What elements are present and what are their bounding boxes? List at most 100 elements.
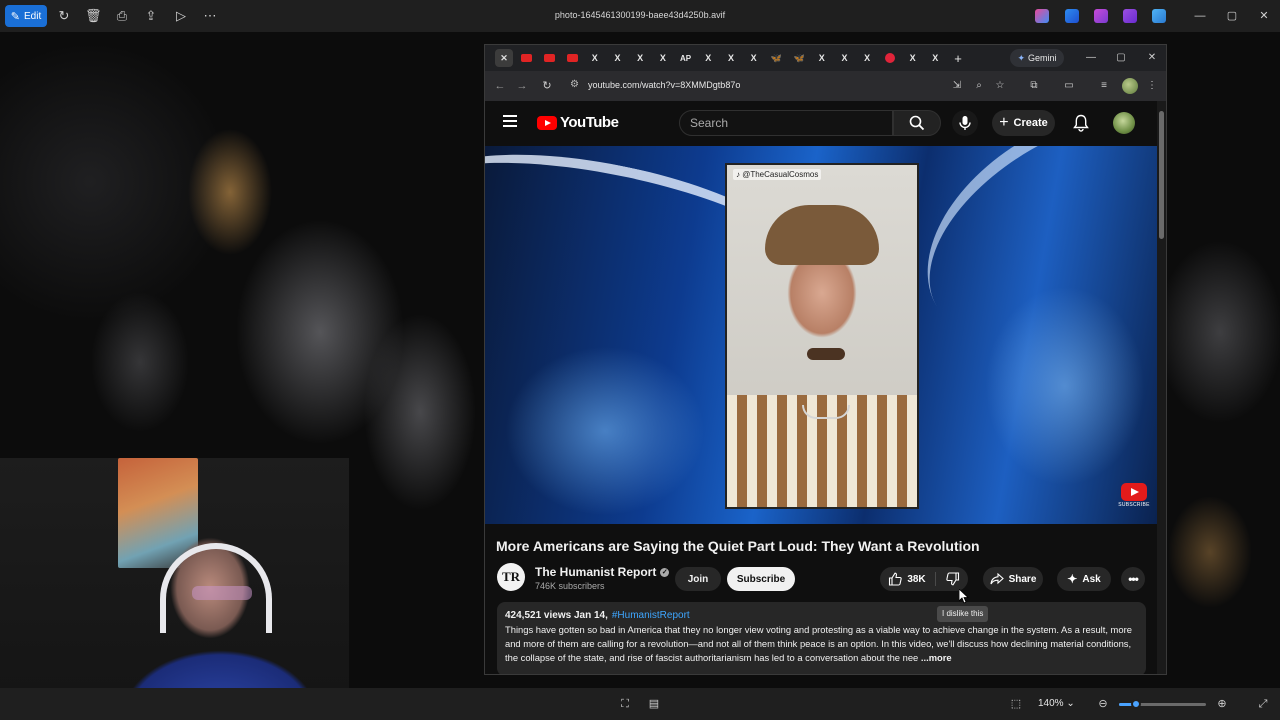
x-tab-icon[interactable]: X [858,49,876,67]
zoom-slider-handle[interactable] [1131,699,1142,709]
verified-icon: ✓ [660,567,670,577]
description-text: Things have gotten so bad in America tha… [505,623,1138,665]
x-tab-icon[interactable]: X [745,49,763,67]
youtube-tab-icon[interactable] [540,49,558,67]
embedded-clip: ♪ @TheCasualCosmos [725,163,919,509]
voice-search-button[interactable] [952,110,978,136]
x-tab-icon[interactable]: X [654,49,672,67]
gemini-icon: ✦ [1017,52,1026,63]
youtube-logo[interactable]: YouTube [537,114,619,131]
zoom-slider[interactable] [1119,699,1206,709]
filmstrip-icon[interactable]: ▤ [647,697,661,711]
join-button[interactable]: Join [675,567,721,591]
x-tab-icon[interactable]: X [926,49,944,67]
browser-minimize-icon[interactable]: — [1083,50,1099,66]
x-tab-icon[interactable]: X [586,49,604,67]
webcam-overlay [0,458,349,720]
create-label: Create [1013,117,1048,129]
account-avatar[interactable] [1113,112,1135,134]
like-dislike-group: 38K [880,567,968,591]
plus-icon: + [999,114,1009,131]
ask-button[interactable]: ✦ Ask [1057,567,1111,591]
gemini-button[interactable]: ✦ Gemini [1010,49,1064,67]
notifications-button[interactable] [1071,113,1091,133]
subscribe-button[interactable]: Subscribe [727,567,795,591]
zoom-in-icon[interactable]: ⊕ [1215,697,1229,711]
photos-top-bar: ✎ Edit ↻ 🗑 ⎙ ⇪ ▷ ⋯ photo-1645461300199-b… [0,0,1280,32]
more-actions-button[interactable]: ••• [1121,567,1145,591]
subscribe-watermark[interactable]: SUBSCRIBE [1118,483,1150,509]
subscribe-watermark-label: SUBSCRIBE [1118,502,1150,508]
profile-avatar[interactable] [1122,78,1138,94]
designer-icon[interactable] [1065,9,1079,23]
search-button[interactable] [893,110,941,136]
youtube-tab-icon[interactable] [563,49,581,67]
browser-maximize-icon[interactable]: ▢ [1113,50,1129,66]
show-more-link[interactable]: ...more [921,652,952,663]
back-icon[interactable]: ← [493,79,507,93]
bluesky-tab-icon[interactable]: 🦋 [790,49,808,67]
tab-close-icon[interactable]: ✕ [495,49,513,67]
hashtag-link[interactable]: #HumanistReport [612,610,690,621]
channel-name[interactable]: The Humanist Report [535,565,656,579]
photos-status-bar: ⛶ ▤ ⬚ 140% ⌄ ⊖ ⊕ ⤢ [0,688,1280,720]
zoom-icon[interactable]: ⌕ [972,79,986,93]
clipchamp-icon[interactable] [1094,9,1108,23]
x-tab-icon[interactable]: X [904,49,922,67]
red-site-tab-icon[interactable] [881,49,899,67]
new-tab-icon[interactable]: + [949,49,967,67]
like-button[interactable]: 38K [880,567,934,591]
fullscreen-icon[interactable]: ⤢ [1256,697,1270,711]
browser-close-icon[interactable]: ✕ [1144,50,1160,66]
url-field[interactable]: youtube.com/watch?v=8XMMDgtb87o [588,80,740,90]
bookmark-star-icon[interactable]: ☆ [993,79,1007,93]
share-arrow-icon [990,573,1004,585]
zoom-level[interactable]: 140% ⌄ [1038,698,1075,709]
maximize-icon[interactable]: ▢ [1224,8,1240,24]
menu-icon[interactable] [503,115,517,127]
cast-icon[interactable]: ▭ [1062,79,1076,93]
tab-strip: ✦ Gemini — ▢ ✕ ✕ X X X X AP X X X 🦋 🦋 X X X X X + [485,45,1166,71]
copilot-icon[interactable] [1035,9,1049,23]
app-icon[interactable] [1123,9,1137,23]
search-input[interactable] [680,111,892,135]
x-tab-icon[interactable]: X [813,49,831,67]
file-title: photo-1645461300199-baee43d4250b.avif [554,10,726,20]
channel-avatar[interactable]: TR [497,563,525,591]
youtube-tab-icon[interactable] [518,49,536,67]
x-tab-icon[interactable]: X [699,49,717,67]
install-app-icon[interactable]: ⇲ [950,79,964,93]
x-tab-icon[interactable]: X [722,49,740,67]
forward-icon[interactable]: → [515,79,529,93]
browser-menu-icon[interactable]: ⋮ [1145,79,1159,93]
x-tab-icon[interactable]: X [836,49,854,67]
media-icon[interactable]: ≡ [1097,79,1111,93]
close-icon[interactable]: ✕ [1256,8,1272,24]
clip-handle: ♪ @TheCasualCosmos [733,169,822,180]
glasses [192,586,252,600]
ap-tab-icon[interactable]: AP [677,49,695,67]
bluesky-tab-icon[interactable]: 🦋 [767,49,785,67]
description-box[interactable]: 424,521 views Jan 14, #HumanistReport Thi… [497,602,1146,674]
zoom-out-icon[interactable]: ⊖ [1096,697,1110,711]
like-count: 38K [907,573,926,585]
fit-to-window-icon[interactable]: ⬚ [1009,697,1023,711]
minimize-icon[interactable]: — [1192,8,1208,24]
x-tab-icon[interactable]: X [631,49,649,67]
extensions-icon[interactable]: ⧉ [1027,79,1041,93]
scrollbar-thumb[interactable] [1159,111,1164,239]
x-tab-icon[interactable]: X [609,49,627,67]
site-info-icon[interactable]: ⚙ [570,79,579,90]
share-button[interactable]: Share [983,567,1043,591]
search-icon [909,115,925,131]
background-glow [985,286,1145,486]
youtube-wordmark: YouTube [560,114,619,131]
crop-icon[interactable]: ⛶ [618,697,632,711]
video-player[interactable]: ♪ @TheCasualCosmos SUBSCRIBE [485,146,1159,524]
dislike-button[interactable] [938,567,968,591]
page-scrollbar[interactable] [1157,101,1166,674]
channel-name-row[interactable]: The Humanist Report ✓ [535,565,670,579]
reload-icon[interactable]: ↻ [540,79,554,93]
cloud-icon[interactable] [1152,9,1166,23]
create-button[interactable]: + Create [992,110,1055,136]
